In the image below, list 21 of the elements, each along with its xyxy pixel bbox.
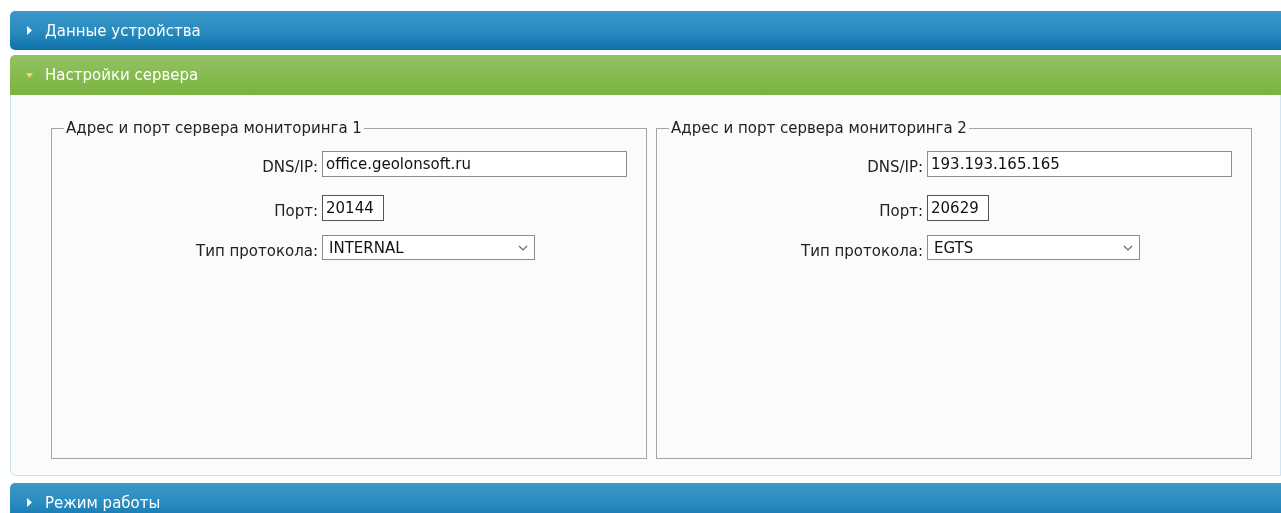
protocol-dropdown[interactable]: INTERNAL (322, 235, 535, 260)
field-label: Порт: (878, 202, 924, 220)
field-label: Тип протокола: (800, 241, 924, 260)
field-label: Порт: (273, 202, 319, 220)
section-header[interactable]: Режим работы (10, 483, 1281, 513)
field-label: DNS/IP: (866, 158, 924, 176)
section-header[interactable]: Данные устройства (10, 11, 1281, 50)
chevron-down-icon (1123, 244, 1133, 251)
port-field[interactable]: 20629 (927, 195, 989, 221)
field-label: DNS/IP: (261, 158, 319, 176)
chevron-down-icon (518, 244, 528, 251)
caret-right-icon (26, 26, 33, 35)
caret-down-icon (26, 70, 33, 80)
field-label: Тип протокола: (195, 241, 319, 260)
caret-right-icon (26, 498, 33, 507)
group-legend: Адрес и порт сервера мониторинга 1 (64, 119, 364, 137)
protocol-dropdown[interactable]: EGTS (927, 235, 1140, 260)
address-field[interactable]: 193.193.165.165 (927, 151, 1232, 177)
address-field[interactable]: office.geolonsoft.ru (322, 151, 627, 177)
group-legend: Адрес и порт сервера мониторинга 2 (669, 119, 969, 137)
port-field[interactable]: 20144 (322, 195, 384, 221)
